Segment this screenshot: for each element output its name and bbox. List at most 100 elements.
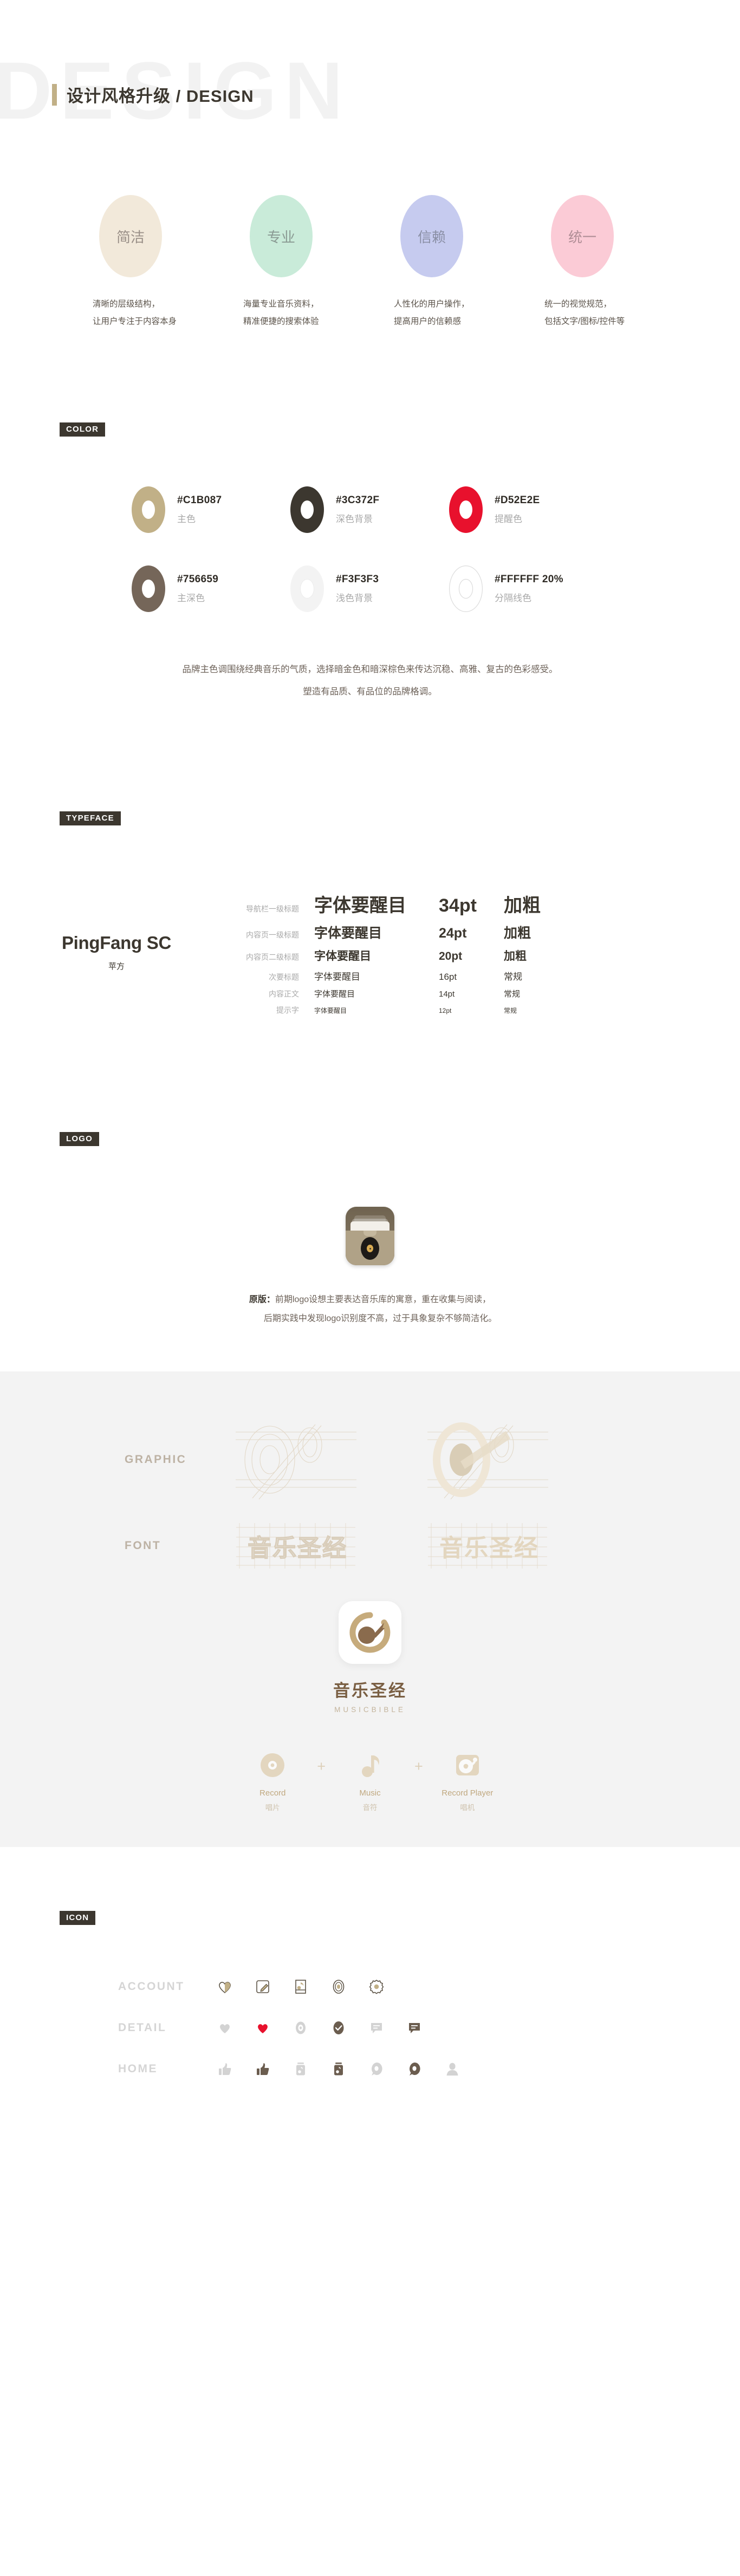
type-size: 14pt [439, 990, 455, 999]
principle-badge-label: 专业 [267, 229, 295, 245]
icon-cells [216, 1977, 386, 1996]
brand-formula: Record 唱片 + Music 音符 + Record Player 唱机 [0, 1751, 740, 1812]
color-hex: #D52E2E [495, 494, 540, 506]
heart-outline-icon[interactable] [216, 1977, 234, 1996]
principle-item: 统一 统一的视觉规范， 包括文字/图标/控件等 [544, 195, 647, 330]
logo-note-line: 原版：前期logo设想主要表达音乐库的寓意，重在收集与阅读， [0, 1290, 740, 1309]
principle-desc-line: 统一的视觉规范， [544, 300, 612, 309]
page-title: 设计风格升级 / DESIGN [67, 87, 254, 106]
type-sample: 字体要醒目 [314, 895, 406, 916]
principle-item: 专业 海量专业音乐资料， 精准便捷的搜索体验 [243, 195, 346, 330]
type-role: 导航栏一级标题 [246, 905, 299, 914]
color-hex: #F3F3F3 [336, 573, 379, 585]
formula-label-cn: 音符 [362, 1804, 378, 1812]
music-card-icon[interactable] [291, 1977, 310, 1996]
principle-badge: 专业 [250, 195, 313, 277]
principle-badge: 简洁 [99, 195, 162, 277]
type-size: 20pt [439, 950, 463, 963]
heart-grey-icon[interactable] [216, 2019, 234, 2037]
search-dark-icon[interactable] [405, 2060, 424, 2078]
principle-description: 海量专业音乐资料， 精准便捷的搜索体验 [243, 296, 346, 330]
icon-row-label: ACCOUNT [118, 1980, 185, 1993]
principle-badge-label: 信赖 [417, 229, 446, 245]
principle-desc-line: 海量专业音乐资料， [243, 300, 319, 309]
gear-icon[interactable] [367, 1977, 386, 1996]
principle-item: 简洁 清晰的层级结构， 让用户专注于内容本身 [93, 195, 196, 330]
app-icon-mark [349, 1612, 391, 1653]
logo-note-prefix: 原版： [249, 1295, 275, 1305]
app-icon [339, 1601, 401, 1664]
color-description-line: 塑造有品质、有品位的品牌格调。 [303, 686, 437, 697]
principle-badge: 统一 [551, 195, 614, 277]
icon-cells [216, 2060, 462, 2078]
brand-name-en: MUSICBIBLE [334, 1706, 406, 1714]
color-swatch-ring [449, 565, 483, 612]
type-weight: 加粗 [504, 950, 527, 963]
color-swatch-ring [290, 565, 324, 612]
font-family-name: PingFang SC [61, 933, 172, 953]
comment-dark-icon[interactable] [405, 2019, 424, 2037]
graphic-row-label: GRAPHIC [125, 1453, 187, 1466]
graphic-final-mark-svg [427, 1422, 548, 1500]
color-tag-row: COLOR [0, 422, 740, 437]
record-player-icon [437, 1751, 498, 1780]
thumb-up-grey-icon[interactable] [216, 2060, 234, 2078]
search-grey-icon[interactable] [367, 2060, 386, 2078]
principle-badge-label: 简洁 [116, 229, 145, 245]
type-scale-table: 导航栏一级标题 字体要醒目 34pt 加粗 内容页一级标题 字体要醒目 24pt… [233, 890, 740, 1021]
typeface-tag-row: TYPEFACE [0, 811, 740, 826]
typeface-section: TYPEFACE PingFang SC 苹方 导航栏一级标题 字体要醒目 34… [0, 703, 740, 1021]
edit-note-icon[interactable] [254, 1977, 272, 1996]
record-outline-icon[interactable] [329, 1977, 348, 1996]
section-tag-icon: ICON [60, 1911, 96, 1926]
section-tag-logo: LOGO [60, 1132, 99, 1147]
type-size: 24pt [439, 926, 467, 941]
type-sample: 字体要醒目 [314, 990, 355, 999]
wordmark-filled-text: 音乐圣经 [439, 1535, 539, 1562]
section-tag-color: COLOR [60, 422, 106, 437]
icon-rows: ACCOUNT DETAIL HOME [118, 1966, 740, 2090]
color-hex: #C1B087 [177, 494, 222, 506]
type-role: 内容页一级标题 [246, 931, 299, 940]
music-box-grey-icon[interactable] [291, 2060, 310, 2078]
principle-desc-line: 提高用户的信赖感 [394, 316, 462, 326]
principle-description: 统一的视觉规范， 包括文字/图标/控件等 [544, 296, 647, 330]
design-style-guide-page: DESIGN 设计风格升级 / DESIGN 简洁 清晰的层级结构， 让用户专注… [0, 0, 740, 2576]
color-swatch: #C1B087 主色 [132, 486, 290, 533]
type-scale-row: 提示字 字体要醒目 12pt 常规 [233, 1005, 713, 1016]
check-circle-icon[interactable] [329, 2019, 348, 2037]
principle-item: 信赖 人性化的用户操作， 提高用户的信赖感 [394, 195, 497, 330]
type-role: 提示字 [276, 1006, 299, 1015]
icon-row-label: DETAIL [118, 2021, 167, 2034]
type-scale-row: 内容页一级标题 字体要醒目 24pt 加粗 [233, 922, 713, 942]
type-size: 34pt [439, 895, 477, 916]
record-grey-icon[interactable] [291, 2019, 310, 2037]
graphic-final-mark [425, 1419, 554, 1500]
principle-badge-label: 统一 [568, 229, 596, 245]
principle-desc-line: 精准便捷的搜索体验 [243, 316, 319, 326]
color-swatch: #D52E2E 提醒色 [449, 486, 608, 533]
user-grey-icon[interactable] [443, 2060, 462, 2078]
principle-desc-line: 人性化的用户操作， [394, 300, 470, 309]
icon-row-home: HOME [118, 2048, 740, 2090]
thumb-up-dark-icon[interactable] [254, 2060, 272, 2078]
graphic-wireframe-svg [236, 1424, 356, 1500]
color-swatch-ring [449, 486, 483, 533]
color-swatch-ring [290, 486, 324, 533]
type-size: 12pt [439, 1007, 452, 1015]
music-box-dark-icon[interactable] [329, 2060, 348, 2078]
icon-section: ICON ACCOUNT DETAIL HOME [0, 1847, 740, 2090]
principle-description: 清晰的层级结构， 让用户专注于内容本身 [93, 296, 196, 330]
formula-label-en: Record [259, 1788, 286, 1798]
logo-section: LOGO 原版：前期logo设想主要表达音乐库的寓意，重在收集与阅读， 后期实践… [0, 1021, 740, 1328]
original-logo-note: 原版：前期logo设想主要表达音乐库的寓意，重在收集与阅读， 后期实践中发现lo… [0, 1290, 740, 1328]
principle-description: 人性化的用户操作， 提高用户的信赖感 [394, 296, 497, 330]
type-sample: 字体要醒目 [314, 926, 382, 941]
graphic-construction-row: GRAPHIC [0, 1419, 740, 1500]
heart-red-icon[interactable] [254, 2019, 272, 2037]
type-role: 内容正文 [269, 990, 299, 999]
comment-grey-icon[interactable] [367, 2019, 386, 2037]
icon-row-detail: DETAIL [118, 2007, 740, 2048]
brand-name-cn: 音乐圣经 [333, 1681, 407, 1701]
color-swatch: #FFFFFF 20% 分隔线色 [449, 565, 608, 612]
